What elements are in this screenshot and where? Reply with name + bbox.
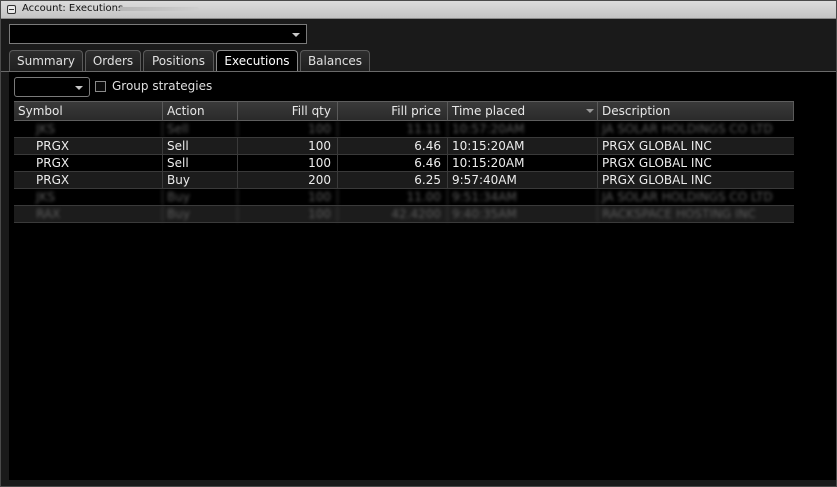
cell-action: Sell: [163, 155, 238, 171]
cell-action: Sell: [163, 138, 238, 154]
account-dropdown[interactable]: [9, 24, 307, 44]
cell-description: JA SOLAR HOLDINGS CO LTD: [602, 190, 773, 204]
cell-time-placed: 9:51:34AM: [448, 189, 598, 205]
cell-fill-qty: 100: [238, 121, 338, 137]
cell-symbol: PRGX: [14, 172, 163, 188]
cell-action: Sell: [163, 121, 238, 137]
cell-time-placed: 9:57:40AM: [448, 172, 598, 188]
cell-description: PRGX GLOBAL INC: [602, 173, 712, 187]
cell-description: RACKSPACE HOSTING INC: [602, 207, 756, 221]
table-row[interactable]: PRGX Sell 100 6.46 10:15:20AM PRGX GLOBA…: [14, 155, 794, 172]
title-bar[interactable]: Account: Executions: [1, 1, 836, 19]
executions-table: Symbol Action Fill qty Fill price Time p…: [14, 101, 794, 223]
table-row[interactable]: PRGX Buy 200 6.25 9:57:40AM PRGX GLOBAL …: [14, 172, 794, 189]
cell-action: Buy: [163, 172, 238, 188]
chevron-down-icon: [75, 86, 83, 90]
cell-symbol: RAX: [14, 206, 163, 222]
cell-time-placed: 10:15:20AM: [448, 138, 598, 154]
executions-window: Account: Executions Summary Orders Posit…: [0, 0, 837, 487]
cell-description: JA SOLAR HOLDINGS CO LTD: [602, 122, 773, 136]
tab-balances[interactable]: Balances: [300, 50, 370, 71]
tab-orders[interactable]: Orders: [85, 50, 141, 71]
cell-fill-price: 42.4200: [338, 206, 448, 222]
cell-symbol: JKS: [14, 121, 163, 137]
sort-descending-icon[interactable]: [586, 109, 594, 113]
window-bottom-border: [1, 480, 836, 486]
tab-summary[interactable]: Summary: [9, 50, 83, 71]
cell-description: PRGX GLOBAL INC: [602, 139, 712, 153]
filter-dropdown[interactable]: [14, 77, 90, 97]
table-row[interactable]: RAX Buy 100 42.4200 9:40:35AM RACKSPACE …: [14, 206, 794, 223]
cell-fill-qty: 100: [238, 155, 338, 171]
column-header-description[interactable]: Description: [598, 102, 794, 120]
column-header-time-placed[interactable]: Time placed: [448, 102, 598, 120]
table-header: Symbol Action Fill qty Fill price Time p…: [14, 101, 794, 121]
title-decoration: [119, 7, 199, 11]
column-header-fill-qty[interactable]: Fill qty: [238, 102, 338, 120]
cell-fill-qty: 100: [238, 138, 338, 154]
tab-bar: Summary Orders Positions Executions Bala…: [9, 50, 836, 72]
cell-fill-qty: 100: [238, 206, 338, 222]
cell-fill-price: 6.46: [338, 155, 448, 171]
chevron-down-icon: [292, 33, 300, 37]
cell-time-placed: 10:15:20AM: [448, 155, 598, 171]
cell-time-placed: 9:40:35AM: [448, 206, 598, 222]
cell-symbol: PRGX: [14, 138, 163, 154]
cell-fill-price: 11.00: [338, 189, 448, 205]
window-menu-icon[interactable]: [7, 5, 16, 14]
column-header-action[interactable]: Action: [163, 102, 238, 120]
table-row[interactable]: JKS Sell 100 11.11 10:57:20AM JA SOLAR H…: [14, 121, 794, 138]
cell-fill-price: 6.46: [338, 138, 448, 154]
window-title: Account: Executions: [22, 3, 124, 14]
tab-executions[interactable]: Executions: [216, 50, 298, 72]
tab-positions[interactable]: Positions: [143, 50, 214, 71]
group-strategies-checkbox[interactable]: [95, 81, 106, 92]
cell-fill-qty: 100: [238, 189, 338, 205]
cell-fill-qty: 200: [238, 172, 338, 188]
cell-fill-price: 11.11: [338, 121, 448, 137]
cell-action: Buy: [163, 189, 238, 205]
cell-description: PRGX GLOBAL INC: [602, 156, 712, 170]
table-row[interactable]: JKS Buy 100 11.00 9:51:34AM JA SOLAR HOL…: [14, 189, 794, 206]
cell-fill-price: 6.25: [338, 172, 448, 188]
cell-symbol: JKS: [14, 189, 163, 205]
group-strategies-label: Group strategies: [112, 79, 213, 93]
column-header-symbol[interactable]: Symbol: [14, 102, 163, 120]
cell-action: Buy: [163, 206, 238, 222]
column-header-time-placed-label: Time placed: [452, 104, 526, 118]
cell-time-placed: 10:57:20AM: [448, 121, 598, 137]
column-header-fill-price[interactable]: Fill price: [338, 102, 448, 120]
cell-symbol: PRGX: [14, 155, 163, 171]
table-row[interactable]: PRGX Sell 100 6.46 10:15:20AM PRGX GLOBA…: [14, 138, 794, 155]
